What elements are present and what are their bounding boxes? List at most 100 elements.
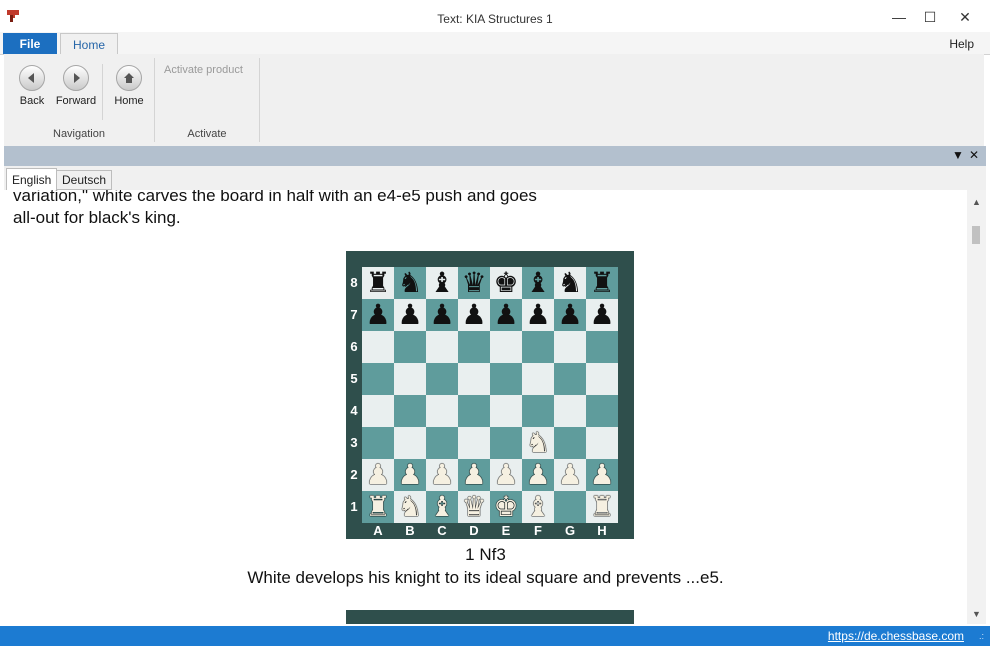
activate-product-button[interactable]: Activate product [164,64,243,76]
square-d7: ♟ [458,299,490,331]
back-button[interactable]: Back [10,62,54,112]
square-h1: ♜ [586,491,618,523]
chess-diagram-next [346,610,634,624]
scroll-thumb[interactable] [972,226,980,244]
maximize-button[interactable]: ☐ [913,6,947,28]
square-a5 [362,363,394,395]
black-pawn-icon: ♟ [429,299,455,330]
vertical-scrollbar[interactable]: ▲ ▼ [967,190,986,624]
rank-label: 6 [350,339,358,354]
square-f3: ♞ [522,427,554,459]
white-pawn-icon: ♟ [525,459,551,490]
square-f7: ♟ [522,299,554,331]
navigation-group-label: Navigation [53,128,105,140]
square-b3 [394,427,426,459]
minimize-button[interactable]: — [882,6,916,28]
ribbon-tab-row: File Home Help [0,32,990,55]
square-d4 [458,395,490,427]
chess-diagram: ♜ ♞ ♝ ♛ ♚ ♝ ♞ ♜ ♟ ♟ ♟ ♟ ♟ ♟ ♟ ♟ ♞ ♟ ♟ ♟ ♟ ♟ ♟ ♟ ♟ ♜ ♞ ♝ ♛ ♚ ♝ ♜ 8765432… [346,251,634,539]
white-pawn-icon: ♟ [557,459,583,490]
black-bishop-icon: ♝ [525,267,551,298]
pane-dropdown-icon[interactable]: ▼ [952,148,964,162]
square-a4 [362,395,394,427]
white-bishop-icon: ♝ [525,491,551,522]
square-g7: ♟ [554,299,586,331]
chess-board-grid: ♜ ♞ ♝ ♛ ♚ ♝ ♞ ♜ ♟ ♟ ♟ ♟ ♟ ♟ ♟ ♟ ♞ ♟ ♟ ♟ ♟ ♟ ♟ ♟ ♟ ♜ ♞ ♝ ♛ ♚ ♝ ♜ [362,267,618,523]
help-link[interactable]: Help [949,37,974,51]
square-c3 [426,427,458,459]
square-e4 [490,395,522,427]
square-h5 [586,363,618,395]
white-knight-icon: ♞ [525,427,551,458]
square-d6 [458,331,490,363]
black-pawn-icon: ♟ [557,299,583,330]
square-c7: ♟ [426,299,458,331]
close-button[interactable]: ✕ [948,6,982,28]
group-separator [259,58,260,142]
black-rook-icon: ♜ [589,267,615,298]
white-pawn-icon: ♟ [461,459,487,490]
pane-close-icon[interactable]: ✕ [969,148,979,162]
home-tab[interactable]: Home [60,33,118,55]
file-label: G [564,523,576,538]
square-h7: ♟ [586,299,618,331]
square-d2: ♟ [458,459,490,491]
square-f6 [522,331,554,363]
square-e5 [490,363,522,395]
rank-label: 4 [350,403,358,418]
tab-deutsch[interactable]: Deutsch [56,170,113,190]
square-a8: ♜ [362,267,394,299]
square-b2: ♟ [394,459,426,491]
square-d3 [458,427,490,459]
square-f4 [522,395,554,427]
file-tab[interactable]: File [3,33,57,54]
file-label: A [373,523,383,538]
white-pawn-icon: ♟ [589,459,615,490]
square-b4 [394,395,426,427]
white-king-icon: ♚ [493,491,519,522]
white-queen-icon: ♛ [461,491,487,522]
forward-button[interactable]: Forward [54,62,98,112]
forward-label: Forward [55,95,97,107]
file-label: E [501,523,511,538]
square-e8: ♚ [490,267,522,299]
chessbase-link[interactable]: https://de.chessbase.com [828,629,964,643]
tab-english[interactable]: English [6,168,58,191]
black-pawn-icon: ♟ [493,299,519,330]
file-label: C [437,523,447,538]
white-pawn-icon: ♟ [397,459,423,490]
square-g4 [554,395,586,427]
file-label: F [534,523,542,538]
white-bishop-icon: ♝ [429,491,455,522]
move-comment: White develops his knight to its ideal s… [247,568,724,587]
black-pawn-icon: ♟ [365,299,391,330]
forward-arrow-icon [63,65,89,91]
paragraph: variation," white carves the board in ha… [13,190,613,229]
square-f5 [522,363,554,395]
black-pawn-icon: ♟ [589,299,615,330]
rank-label: 1 [350,499,358,514]
white-knight-icon: ♞ [397,491,423,522]
square-e1: ♚ [490,491,522,523]
square-a2: ♟ [362,459,394,491]
paragraph-line: variation," white carves the board in ha… [13,190,537,205]
move-notation: 1 Nf3 [465,545,506,564]
square-b7: ♟ [394,299,426,331]
square-c6 [426,331,458,363]
scroll-down-icon[interactable]: ▼ [967,606,986,622]
square-h4 [586,395,618,427]
resize-grip-icon[interactable]: .: [979,631,984,641]
square-h3 [586,427,618,459]
black-pawn-icon: ♟ [525,299,551,330]
scroll-up-icon[interactable]: ▲ [967,194,986,210]
file-label: H [597,523,607,538]
white-pawn-icon: ♟ [493,459,519,490]
square-a6 [362,331,394,363]
square-e2: ♟ [490,459,522,491]
black-king-icon: ♚ [493,267,519,298]
back-label: Back [19,95,45,107]
home-button[interactable]: Home [107,62,151,112]
square-b5 [394,363,426,395]
white-pawn-icon: ♟ [429,459,455,490]
square-a1: ♜ [362,491,394,523]
